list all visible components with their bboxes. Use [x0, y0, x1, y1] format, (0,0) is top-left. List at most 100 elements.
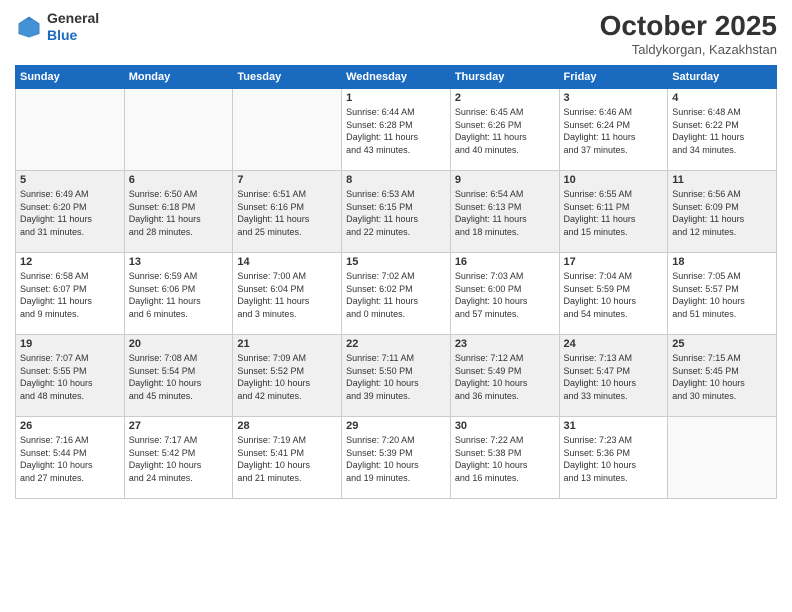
- table-row: 27 Sunrise: 7:17 AM Sunset: 5:42 PM Dayli…: [124, 417, 233, 499]
- header-wednesday: Wednesday: [342, 66, 451, 89]
- table-row: 31Sunrise: 7:23 AM Sunset: 5:36 PM Dayli…: [559, 417, 668, 499]
- day-number: 10: [564, 174, 664, 186]
- table-row: 4 Sunrise: 6:48 AM Sunset: 6:22 PM Daylig…: [668, 89, 777, 171]
- header-tuesday: Tuesday: [233, 66, 342, 89]
- page: General Blue October 2025 Taldykorgan, K…: [0, 0, 792, 612]
- table-row: [233, 89, 342, 171]
- day-info: Sunrise: 6:59 AM Sunset: 6:06 PM Dayligh…: [129, 270, 229, 320]
- day-number: 30: [455, 420, 555, 432]
- day-number: 17: [564, 256, 664, 268]
- logo-general-text: General: [47, 10, 99, 27]
- day-info: Sunrise: 7:04 AM Sunset: 5:59 PM Dayligh…: [564, 270, 664, 320]
- day-number: 27: [129, 420, 229, 432]
- header: General Blue October 2025 Taldykorgan, K…: [15, 10, 777, 57]
- table-row: 10 Sunrise: 6:55 AM Sunset: 6:11 PM Dayli…: [559, 171, 668, 253]
- table-row: 5 Sunrise: 6:49 AM Sunset: 6:20 PM Daylig…: [16, 171, 125, 253]
- day-number: 22: [346, 338, 446, 350]
- day-info: Sunrise: 7:16 AM Sunset: 5:44 PM Dayligh…: [20, 434, 120, 484]
- header-thursday: Thursday: [450, 66, 559, 89]
- header-sunday: Sunday: [16, 66, 125, 89]
- table-row: 24 Sunrise: 7:13 AM Sunset: 5:47 PM Dayli…: [559, 335, 668, 417]
- logo: General Blue: [15, 10, 99, 44]
- location-text: Taldykorgan, Kazakhstan: [600, 42, 777, 57]
- day-number: 16: [455, 256, 555, 268]
- day-number: 20: [129, 338, 229, 350]
- table-row: 3Sunrise: 6:46 AM Sunset: 6:24 PM Daylig…: [559, 89, 668, 171]
- day-info: Sunrise: 6:51 AM Sunset: 6:16 PM Dayligh…: [237, 188, 337, 238]
- day-number: 21: [237, 338, 337, 350]
- table-row: 18 Sunrise: 7:05 AM Sunset: 5:57 PM Dayli…: [668, 253, 777, 335]
- calendar-week-row: 19Sunrise: 7:07 AM Sunset: 5:55 PM Dayli…: [16, 335, 777, 417]
- day-number: 9: [455, 174, 555, 186]
- day-info: Sunrise: 7:05 AM Sunset: 5:57 PM Dayligh…: [672, 270, 772, 320]
- table-row: 30Sunrise: 7:22 AM Sunset: 5:38 PM Dayli…: [450, 417, 559, 499]
- table-row: 20Sunrise: 7:08 AM Sunset: 5:54 PM Dayli…: [124, 335, 233, 417]
- header-monday: Monday: [124, 66, 233, 89]
- table-row: 13 Sunrise: 6:59 AM Sunset: 6:06 PM Dayli…: [124, 253, 233, 335]
- day-number: 13: [129, 256, 229, 268]
- table-row: 6 Sunrise: 6:50 AM Sunset: 6:18 PM Daylig…: [124, 171, 233, 253]
- day-info: Sunrise: 7:17 AM Sunset: 5:42 PM Dayligh…: [129, 434, 229, 484]
- day-info: Sunrise: 6:56 AM Sunset: 6:09 PM Dayligh…: [672, 188, 772, 238]
- logo-blue-text: Blue: [47, 27, 99, 44]
- day-info: Sunrise: 7:15 AM Sunset: 5:45 PM Dayligh…: [672, 352, 772, 402]
- calendar-week-row: 1Sunrise: 6:44 AM Sunset: 6:28 PM Daylig…: [16, 89, 777, 171]
- day-info: Sunrise: 6:58 AM Sunset: 6:07 PM Dayligh…: [20, 270, 120, 320]
- table-row: 9 Sunrise: 6:54 AM Sunset: 6:13 PM Daylig…: [450, 171, 559, 253]
- table-row: 26 Sunrise: 7:16 AM Sunset: 5:44 PM Dayli…: [16, 417, 125, 499]
- table-row: 19Sunrise: 7:07 AM Sunset: 5:55 PM Dayli…: [16, 335, 125, 417]
- header-saturday: Saturday: [668, 66, 777, 89]
- day-info: Sunrise: 6:54 AM Sunset: 6:13 PM Dayligh…: [455, 188, 555, 238]
- day-info: Sunrise: 7:20 AM Sunset: 5:39 PM Dayligh…: [346, 434, 446, 484]
- day-info: Sunrise: 6:49 AM Sunset: 6:20 PM Dayligh…: [20, 188, 120, 238]
- table-row: 22Sunrise: 7:11 AM Sunset: 5:50 PM Dayli…: [342, 335, 451, 417]
- calendar-header-row: Sunday Monday Tuesday Wednesday Thursday…: [16, 66, 777, 89]
- table-row: 1Sunrise: 6:44 AM Sunset: 6:28 PM Daylig…: [342, 89, 451, 171]
- day-number: 24: [564, 338, 664, 350]
- logo-icon: [15, 13, 43, 41]
- day-info: Sunrise: 6:50 AM Sunset: 6:18 PM Dayligh…: [129, 188, 229, 238]
- calendar-table: Sunday Monday Tuesday Wednesday Thursday…: [15, 65, 777, 499]
- day-number: 18: [672, 256, 772, 268]
- day-info: Sunrise: 6:48 AM Sunset: 6:22 PM Dayligh…: [672, 106, 772, 156]
- calendar-week-row: 12 Sunrise: 6:58 AM Sunset: 6:07 PM Dayli…: [16, 253, 777, 335]
- table-row: 28 Sunrise: 7:19 AM Sunset: 5:41 PM Dayli…: [233, 417, 342, 499]
- day-info: Sunrise: 6:44 AM Sunset: 6:28 PM Dayligh…: [346, 106, 446, 156]
- table-row: 29Sunrise: 7:20 AM Sunset: 5:39 PM Dayli…: [342, 417, 451, 499]
- day-number: 15: [346, 256, 446, 268]
- month-title: October 2025: [600, 10, 777, 42]
- day-info: Sunrise: 6:55 AM Sunset: 6:11 PM Dayligh…: [564, 188, 664, 238]
- day-info: Sunrise: 7:19 AM Sunset: 5:41 PM Dayligh…: [237, 434, 337, 484]
- day-number: 11: [672, 174, 772, 186]
- day-info: Sunrise: 6:46 AM Sunset: 6:24 PM Dayligh…: [564, 106, 664, 156]
- day-number: 23: [455, 338, 555, 350]
- day-info: Sunrise: 7:00 AM Sunset: 6:04 PM Dayligh…: [237, 270, 337, 320]
- header-friday: Friday: [559, 66, 668, 89]
- table-row: 16Sunrise: 7:03 AM Sunset: 6:00 PM Dayli…: [450, 253, 559, 335]
- table-row: 14 Sunrise: 7:00 AM Sunset: 6:04 PM Dayli…: [233, 253, 342, 335]
- table-row: 23 Sunrise: 7:12 AM Sunset: 5:49 PM Dayli…: [450, 335, 559, 417]
- day-number: 26: [20, 420, 120, 432]
- day-number: 4: [672, 92, 772, 104]
- day-number: 6: [129, 174, 229, 186]
- day-info: Sunrise: 7:12 AM Sunset: 5:49 PM Dayligh…: [455, 352, 555, 402]
- day-info: Sunrise: 7:13 AM Sunset: 5:47 PM Dayligh…: [564, 352, 664, 402]
- day-number: 8: [346, 174, 446, 186]
- day-info: Sunrise: 7:09 AM Sunset: 5:52 PM Dayligh…: [237, 352, 337, 402]
- day-number: 14: [237, 256, 337, 268]
- day-number: 19: [20, 338, 120, 350]
- table-row: 25 Sunrise: 7:15 AM Sunset: 5:45 PM Dayli…: [668, 335, 777, 417]
- day-info: Sunrise: 7:23 AM Sunset: 5:36 PM Dayligh…: [564, 434, 664, 484]
- day-number: 12: [20, 256, 120, 268]
- title-block: October 2025 Taldykorgan, Kazakhstan: [600, 10, 777, 57]
- day-number: 28: [237, 420, 337, 432]
- day-number: 5: [20, 174, 120, 186]
- day-number: 25: [672, 338, 772, 350]
- day-info: Sunrise: 6:53 AM Sunset: 6:15 PM Dayligh…: [346, 188, 446, 238]
- day-info: Sunrise: 7:02 AM Sunset: 6:02 PM Dayligh…: [346, 270, 446, 320]
- table-row: 8 Sunrise: 6:53 AM Sunset: 6:15 PM Daylig…: [342, 171, 451, 253]
- table-row: 11 Sunrise: 6:56 AM Sunset: 6:09 PM Dayli…: [668, 171, 777, 253]
- table-row: [124, 89, 233, 171]
- table-row: 2Sunrise: 6:45 AM Sunset: 6:26 PM Daylig…: [450, 89, 559, 171]
- calendar-week-row: 26 Sunrise: 7:16 AM Sunset: 5:44 PM Dayli…: [16, 417, 777, 499]
